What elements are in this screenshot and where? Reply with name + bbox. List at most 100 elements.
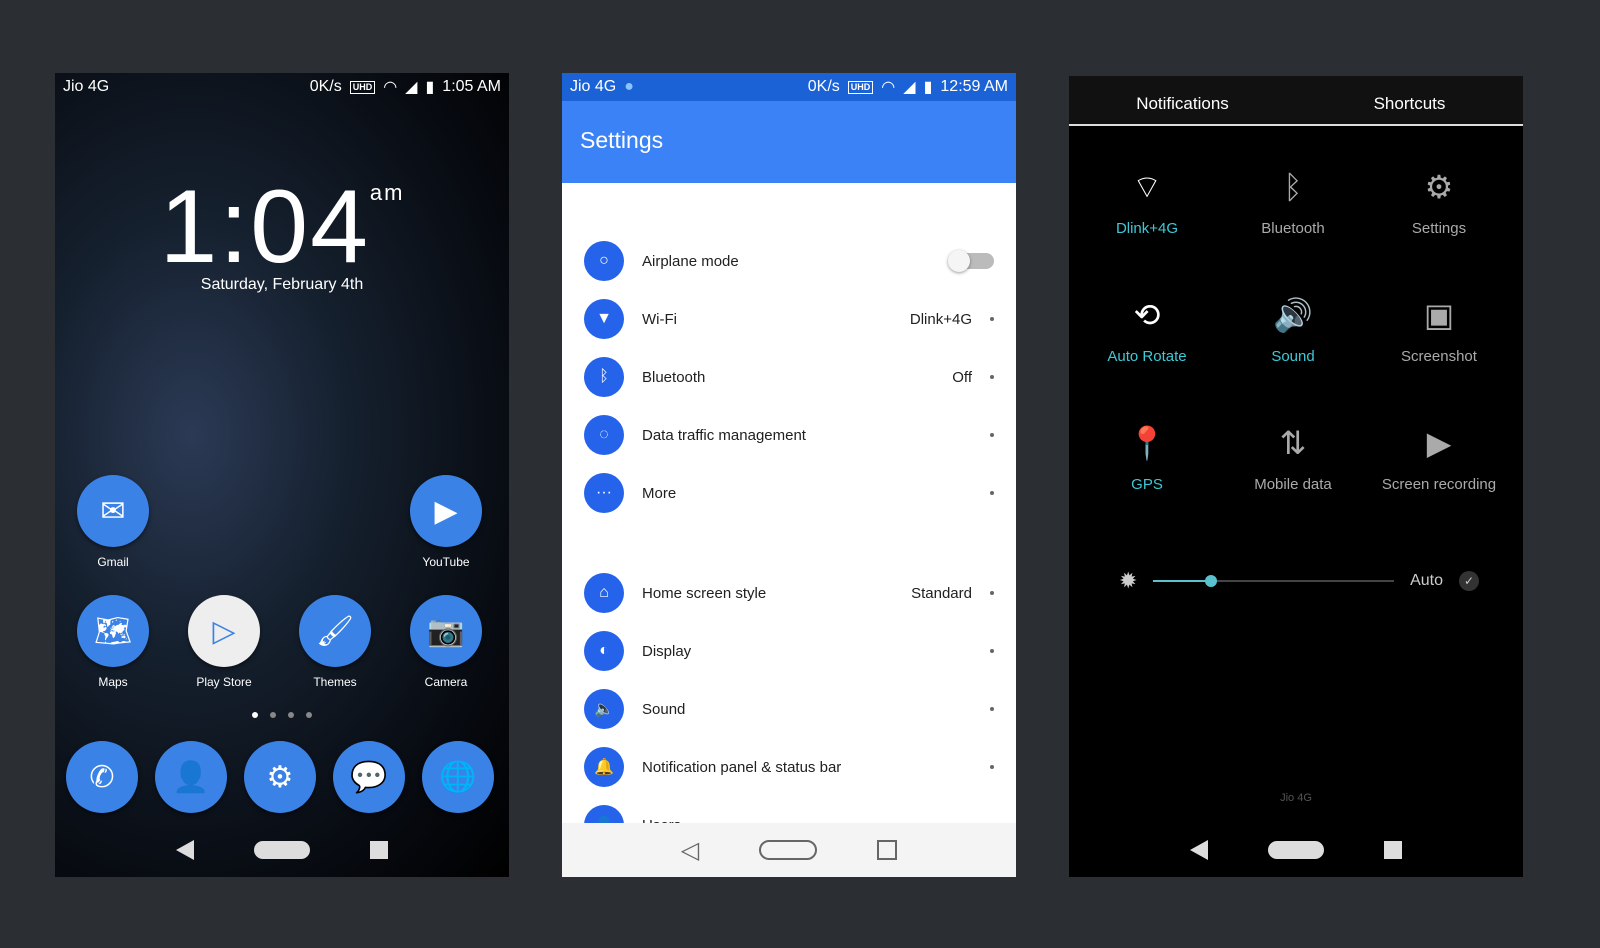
settings-icon: ⚙ (244, 741, 316, 813)
home-button[interactable] (254, 841, 310, 859)
mail-icon: ✉ (77, 475, 149, 547)
home-button[interactable] (759, 840, 818, 860)
airplane-toggle[interactable] (948, 250, 994, 272)
tile-screenshot[interactable]: ▣ Screenshot (1366, 292, 1512, 365)
battery-icon: ▮ (425, 79, 435, 96)
tile-label: Sound (1271, 348, 1315, 365)
data-usage-icon: ◌ (584, 415, 624, 455)
auto-brightness-checkbox[interactable]: ✓ (1459, 571, 1479, 591)
tile-sound[interactable]: 🔊 Sound (1220, 292, 1366, 365)
clock-widget[interactable]: 1:04am (55, 168, 509, 287)
setting-label: Data traffic management (642, 426, 806, 444)
app-maps[interactable]: 🗺 Maps (68, 595, 158, 689)
home-button[interactable] (1268, 841, 1324, 859)
gear-icon: ⚙ (1424, 169, 1454, 205)
tile-settings[interactable]: ⚙ Settings (1366, 164, 1512, 237)
dock-settings[interactable]: ⚙ (235, 741, 325, 821)
location-icon: 📍 (1127, 425, 1167, 461)
bluetooth-icon: ᛒ (1283, 169, 1303, 205)
setting-label: Airplane mode (642, 252, 739, 270)
tile-label: Dlink+4G (1115, 220, 1179, 237)
app-label: YouTube (422, 555, 470, 569)
bell-icon: 🔔 (584, 747, 624, 787)
back-button[interactable] (1190, 840, 1208, 860)
setting-bluetooth[interactable]: ᛒ Bluetooth Off (562, 348, 1016, 406)
dock-phone[interactable]: ✆ (57, 741, 147, 821)
camera-icon: 📷 (410, 595, 482, 667)
setting-label: Display (642, 642, 692, 660)
tile-screen-recording[interactable]: ▶ Screen recording (1366, 420, 1512, 493)
tile-gps[interactable]: 📍 GPS (1074, 420, 1220, 493)
tile-mobile-data[interactable]: ⇅ Mobile data (1220, 420, 1366, 493)
brightness-control: ✹ Auto ✓ (1119, 566, 1479, 596)
status-bar: Jio 4G 0K/s UHD ◠ ◢ ▮ 1:05 AM (55, 73, 509, 101)
setting-home-screen-style[interactable]: ⌂ Home screen style Standard (562, 564, 1016, 622)
tile-label: Bluetooth (1261, 220, 1325, 237)
app-themes[interactable]: 🖌 Themes (290, 595, 380, 689)
clock-time: 1:04 (159, 169, 370, 285)
nav-bar: ◁ (562, 823, 1016, 877)
setting-value: Standard (911, 584, 972, 602)
tab-notifications[interactable]: Notifications (1069, 76, 1296, 124)
app-youtube[interactable]: ▶ YouTube (401, 475, 491, 569)
tile-label: Auto Rotate (1107, 348, 1187, 365)
setting-label: More (642, 484, 677, 502)
uhd-badge: UHD (847, 80, 874, 94)
setting-wifi[interactable]: ▼ Wi-Fi Dlink+4G (562, 290, 1016, 348)
contacts-icon: 👤 (155, 741, 227, 813)
recents-button[interactable] (877, 840, 898, 860)
app-label: Camera (424, 675, 468, 689)
speaker-icon: 🔈 (584, 689, 624, 729)
auto-label: Auto (1410, 572, 1443, 589)
data-arrows-icon: ⇅ (1279, 425, 1307, 461)
tile-dlink-4g[interactable]: ⌔ Dlink+4G (1074, 164, 1220, 237)
notification-dot-icon: ● (624, 78, 634, 95)
play-icon: ▶ (410, 475, 482, 547)
page-title: Settings (562, 101, 1016, 183)
setting-value: Off (952, 368, 972, 386)
brightness-icon: ✹ (1119, 568, 1138, 593)
paint-roller-icon: 🖌 (299, 595, 371, 667)
back-button[interactable]: ◁ (681, 836, 699, 865)
wifi-icon: ◠ (383, 79, 398, 96)
app-play-store[interactable]: ▷ Play Store (179, 595, 269, 689)
dock-messages[interactable]: 💬 (324, 741, 414, 821)
app-label: Play Store (196, 675, 252, 689)
tile-auto-rotate[interactable]: ⟲ Auto Rotate (1074, 292, 1220, 365)
recents-button[interactable] (1384, 841, 1402, 859)
carrier: Jio 4G (570, 78, 617, 95)
time: 12:59 AM (940, 78, 1008, 95)
clock-ampm: am (369, 180, 405, 205)
recents-button[interactable] (370, 841, 388, 859)
tile-label: GPS (1131, 476, 1163, 493)
tile-bluetooth[interactable]: ᛒ Bluetooth (1220, 164, 1366, 237)
brightness-slider[interactable] (1153, 575, 1395, 587)
rotate-icon: ⟲ (1133, 297, 1161, 333)
screenshot-icon: ▣ (1423, 297, 1455, 333)
back-button[interactable] (176, 840, 194, 860)
setting-label: Bluetooth (642, 368, 706, 386)
setting-notification-panel[interactable]: 🔔 Notification panel & status bar (562, 738, 1016, 796)
tile-label: Settings (1411, 220, 1467, 237)
setting-data-traffic[interactable]: ◌ Data traffic management (562, 406, 1016, 464)
tab-shortcuts[interactable]: Shortcuts (1296, 76, 1523, 124)
app-gmail[interactable]: ✉ Gmail (68, 475, 158, 569)
speaker-icon: 🔊 (1273, 297, 1313, 333)
setting-value: Dlink+4G (909, 310, 972, 328)
more-icon: ··· (584, 473, 624, 513)
setting-sound[interactable]: 🔈 Sound (562, 680, 1016, 738)
app-camera[interactable]: 📷 Camera (401, 595, 491, 689)
app-label: Themes (313, 675, 357, 689)
setting-more[interactable]: ··· More (562, 464, 1016, 522)
bluetooth-icon: ᛒ (584, 357, 624, 397)
setting-airplane-mode[interactable]: ○ Airplane mode (562, 232, 1016, 290)
browser-icon: 🌐 (422, 741, 494, 813)
video-icon: ▶ (1426, 425, 1452, 461)
dock-browser[interactable]: 🌐 (413, 741, 503, 821)
signal-icon: ◢ (405, 79, 418, 96)
dock-contacts[interactable]: 👤 (146, 741, 236, 821)
settings-screen: Jio 4G ● 0K/s UHD ◠ ◢ ▮ 12:59 AM Settings ○… (562, 73, 1016, 877)
setting-display[interactable]: ◐ Display (562, 622, 1016, 680)
page-indicator (55, 712, 509, 718)
airplane-icon: ○ (584, 241, 624, 281)
